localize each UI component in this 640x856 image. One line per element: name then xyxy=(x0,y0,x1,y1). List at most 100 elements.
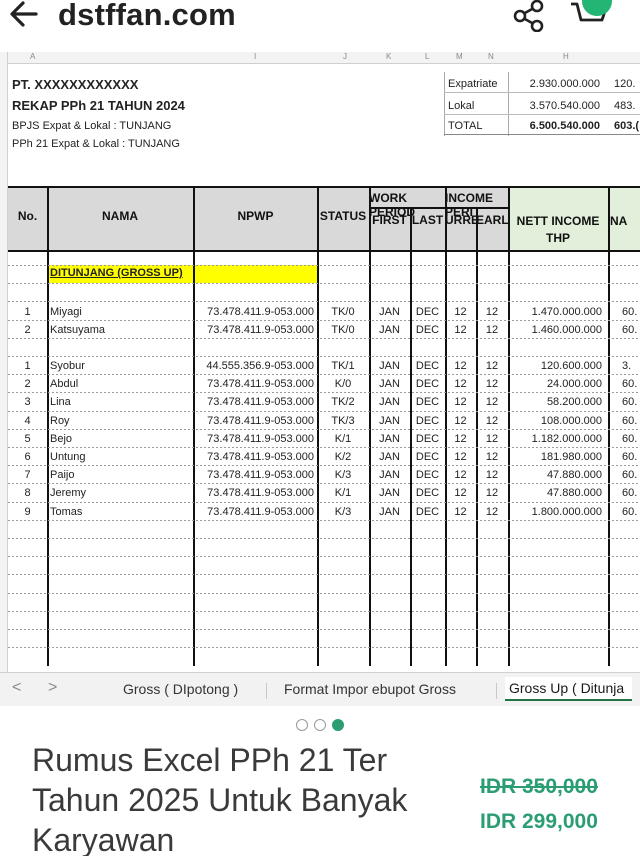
cell-npwp: 73.478.411.9-053.000 xyxy=(207,432,314,445)
cell-last: DEC xyxy=(415,414,440,427)
column-letter: N xyxy=(488,52,494,61)
cell-nett: 47.880.000 xyxy=(546,469,602,482)
cell-npwp: 73.478.411.9-053.000 xyxy=(207,469,314,482)
cell-nama: Miyagi xyxy=(50,306,82,318)
column-letter: J xyxy=(343,52,347,61)
cell-na: 60. xyxy=(622,469,638,482)
cell-cur: 12 xyxy=(454,469,467,482)
share-icon[interactable] xyxy=(510,0,548,32)
header-earlier: EARLI xyxy=(476,213,508,227)
grid-line xyxy=(369,207,508,209)
cell-first: JAN xyxy=(379,360,400,372)
header-npwp: NPWP xyxy=(237,209,274,223)
row-line xyxy=(8,356,640,357)
cell-cur: 12 xyxy=(454,378,467,391)
row-line xyxy=(8,265,640,266)
cell-npwp: 73.478.411.9-053.000 xyxy=(207,505,314,518)
row-line xyxy=(8,593,640,594)
cell-status: K/1 xyxy=(334,487,352,500)
cell-npwp: 73.478.411.9-053.000 xyxy=(207,306,314,318)
grid-line xyxy=(47,186,49,666)
tab-prev-button[interactable]: < xyxy=(12,679,21,697)
summary-label: TOTAL xyxy=(448,120,483,132)
grid-line xyxy=(317,186,319,666)
cell-last: DEC xyxy=(415,396,440,409)
row-line xyxy=(8,538,640,539)
carousel-dot[interactable] xyxy=(314,719,326,731)
summary-total: 6.500.540.000 xyxy=(529,120,600,132)
summary-divider xyxy=(444,114,640,115)
header-nett-income: NETT INCOME xyxy=(516,214,600,228)
tab-next-button[interactable]: > xyxy=(48,679,57,697)
cell-na: 60. xyxy=(622,414,638,427)
cell-cur: 12 xyxy=(454,432,467,445)
column-header-bar: A I J K L M N H xyxy=(8,52,640,64)
summary-divider xyxy=(508,72,509,136)
grid-line xyxy=(608,186,610,666)
summary-value-cut: 120. xyxy=(614,78,636,90)
cell-nett: 181.980.000 xyxy=(540,451,602,463)
cell-status: TK/0 xyxy=(331,324,355,336)
row-line xyxy=(8,447,640,448)
sheet-tab-bar: < > Gross ( DIpotong ) Format Impor ebup… xyxy=(0,672,640,706)
column-letter: L xyxy=(425,52,430,61)
cell-npwp: 73.478.411.9-053.000 xyxy=(207,451,314,463)
section-label: DITUNJANG (GROSS UP) xyxy=(50,267,183,279)
cell-no: 8 xyxy=(24,487,31,500)
cell-na: 60. xyxy=(622,451,638,463)
cell-first: JAN xyxy=(379,487,400,500)
header-first: FIRST xyxy=(372,213,407,227)
tab-gross-up[interactable]: Gross Up ( Ditunja xyxy=(505,677,633,701)
row-line xyxy=(8,338,640,339)
cell-no: 1 xyxy=(24,360,31,372)
header-thp: THP xyxy=(546,231,570,245)
cell-nama: Bejo xyxy=(50,432,73,445)
grid-line xyxy=(8,186,640,188)
cell-last: DEC xyxy=(415,378,440,391)
row-line xyxy=(8,629,640,630)
tab-format-impor[interactable]: Format Impor ebupot Gross xyxy=(284,681,456,697)
cell-no: 7 xyxy=(24,469,31,482)
cell-earl: 12 xyxy=(485,451,499,463)
summary-value-cut: 603.( xyxy=(614,120,640,132)
cell-na: 60. xyxy=(622,487,638,500)
cell-last: DEC xyxy=(415,505,440,518)
cell-earl: 12 xyxy=(485,414,499,427)
current-price: IDR 299,000 xyxy=(480,810,598,833)
cell-nama: Syobur xyxy=(50,360,85,372)
carousel-dot-active[interactable] xyxy=(332,719,344,731)
cell-cur: 12 xyxy=(454,505,467,518)
cell-first: JAN xyxy=(379,469,400,482)
cell-na: 60. xyxy=(622,306,638,318)
cell-npwp: 73.478.411.9-053.000 xyxy=(207,378,314,391)
grid-line xyxy=(476,207,478,666)
grid-line xyxy=(445,186,447,666)
row-line xyxy=(8,283,640,284)
cell-earl: 12 xyxy=(485,306,499,318)
tab-divider xyxy=(496,683,497,699)
cell-cur: 12 xyxy=(454,451,467,463)
cell-nama: Tomas xyxy=(50,505,83,518)
note-pph21: PPh 21 Expat & Lokal : TUNJANG xyxy=(12,138,180,150)
cell-no: 2 xyxy=(24,324,31,336)
cell-cur: 12 xyxy=(454,396,467,409)
column-letter: K xyxy=(386,52,392,61)
summary-divider xyxy=(444,134,640,135)
arrow-left-icon[interactable] xyxy=(8,0,42,30)
cell-cur: 12 xyxy=(454,306,467,318)
cell-na: 60. xyxy=(622,396,638,409)
top-bar: dstffan.com xyxy=(0,0,640,36)
tab-gross-dipotong[interactable]: Gross ( DIpotong ) xyxy=(123,681,238,697)
cell-nett: 47.880.000 xyxy=(546,487,602,500)
cell-no: 4 xyxy=(24,414,31,427)
carousel-dot[interactable] xyxy=(296,719,308,731)
cell-no: 1 xyxy=(24,306,31,318)
cell-status: TK/2 xyxy=(331,396,355,409)
grid-line xyxy=(369,186,371,666)
tab-divider xyxy=(266,683,267,699)
summary-value: 2.930.000.000 xyxy=(529,78,600,90)
cell-first: JAN xyxy=(379,451,400,463)
cell-cur: 12 xyxy=(454,487,467,500)
cell-cur: 12 xyxy=(454,414,467,427)
row-line xyxy=(8,647,640,648)
